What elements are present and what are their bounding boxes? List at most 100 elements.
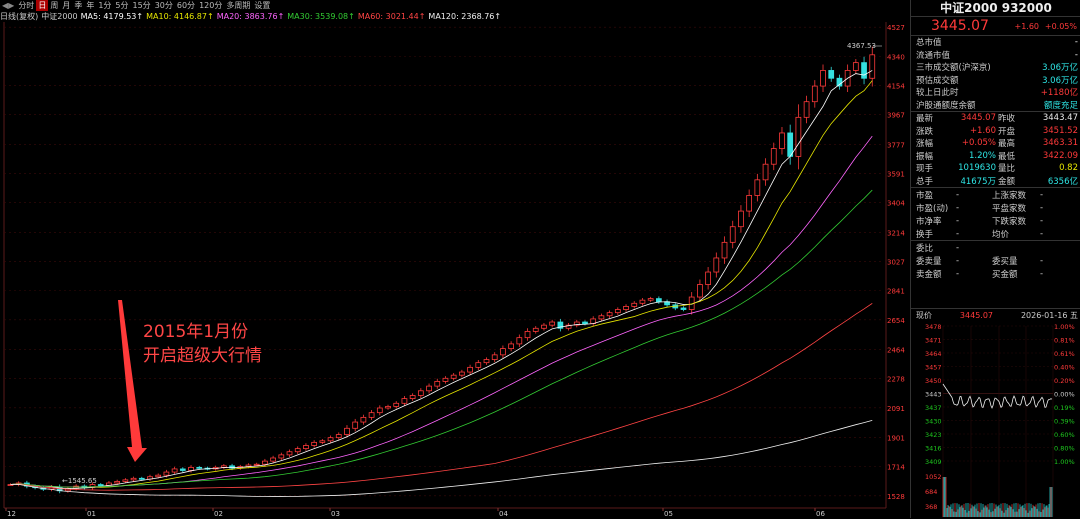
kline-chart[interactable]: 4527 4340 4154 3967 3777 3591 3404 3214 3027 2841… xyxy=(0,0,905,518)
valuation-value: - xyxy=(1040,228,1044,239)
y-tick-label: 4527 xyxy=(887,24,905,32)
candle-body xyxy=(360,416,367,423)
valuation-value: - xyxy=(956,215,960,226)
valuation-value: - xyxy=(956,202,960,213)
valuation-value: - xyxy=(1040,215,1044,226)
fund-row: 沪股通额度余额 额度充足 xyxy=(911,99,1080,112)
x-tick-label: 12 xyxy=(7,510,16,518)
period-tab[interactable]: 日 xyxy=(36,0,49,11)
mini-left-tick: 3478 xyxy=(925,323,942,331)
intraday-section[interactable]: 现价 3445.07 2026-01-16 五 3478 1.00% 3471 0.8… xyxy=(911,308,1080,519)
fund-label: 沪股通额度余额 xyxy=(916,100,976,111)
order-label: 买金额 xyxy=(992,269,1018,280)
y-tick-label: 4340 xyxy=(887,53,905,61)
candle-body xyxy=(393,402,400,407)
candle-body xyxy=(598,315,605,320)
period-tab[interactable]: 年 xyxy=(84,0,96,11)
candle-body xyxy=(286,451,293,456)
mini-right-tick: 0.39% xyxy=(1054,418,1075,426)
ma5-line xyxy=(10,70,873,490)
intraday-chart[interactable]: 3478 1.00% 3471 0.81% 3464 0.61% 3457 0.40% 3450… xyxy=(911,309,1080,519)
period-tab[interactable]: 分时 xyxy=(16,0,36,11)
y-tick-label: 1528 xyxy=(887,493,905,501)
x-tick-label: 05 xyxy=(664,510,673,518)
quote-value: 3451.52 xyxy=(1042,125,1078,136)
y-tick-label: 1714 xyxy=(887,464,905,472)
mini-right-tick: 0.60% xyxy=(1054,431,1075,439)
fund-label: 预估成交额 xyxy=(916,75,959,86)
period-tab[interactable]: 季 xyxy=(72,0,84,11)
y-tick-label: 2278 xyxy=(887,376,905,384)
candle-body xyxy=(401,398,408,404)
candle-body xyxy=(196,466,203,469)
high-label: 4367.53 xyxy=(847,42,876,50)
x-tick-label: 06 xyxy=(816,510,825,518)
candle-body xyxy=(787,132,794,157)
y-tick-label: 3214 xyxy=(887,229,905,237)
candle-body xyxy=(516,337,523,345)
panel-title: 中证2000 932000 xyxy=(911,0,1080,17)
quote-row: 涨幅 +0.05% 最高 3463.31 xyxy=(911,137,1080,150)
candle-body xyxy=(721,241,728,259)
period-tab[interactable]: 设置 xyxy=(252,0,272,11)
order-row: 卖金额 - 买金额 - xyxy=(911,267,1080,280)
candle-body xyxy=(655,298,662,303)
quote-value: 3445.07 xyxy=(960,113,996,124)
fund-row: 预估成交额 3.06万亿 xyxy=(911,74,1080,87)
y-tick-label: 2841 xyxy=(887,288,905,296)
candle-body xyxy=(500,348,506,356)
period-tab[interactable]: 月 xyxy=(60,0,72,11)
period-tab[interactable]: 多周期 xyxy=(224,0,252,11)
x-tick-label: 03 xyxy=(331,510,340,518)
mini-left-tick: 3471 xyxy=(925,337,942,345)
mini-vol-tick: 368 xyxy=(925,503,937,511)
quote-label: 最新 xyxy=(916,114,934,125)
valuation-row: 市盈(动) - 平盘家数 - xyxy=(911,201,1080,214)
fund-value: - xyxy=(1074,49,1078,60)
fund-value: +1180亿 xyxy=(1040,88,1078,99)
mini-left-tick: 3437 xyxy=(925,404,942,412)
period-tab[interactable]: 5分 xyxy=(113,0,130,11)
candle-body xyxy=(442,377,449,382)
period-tab[interactable]: 1分 xyxy=(96,0,113,11)
period-tab[interactable]: 15分 xyxy=(131,0,153,11)
candle-body xyxy=(327,437,334,442)
quote-label: 昨收 xyxy=(998,114,1016,125)
candle-body xyxy=(171,468,178,473)
valuation-row: 市净率 - 下跌家数 - xyxy=(911,214,1080,227)
ma30-label: MA30: 3539.08↑ xyxy=(287,12,355,21)
valuation-label: 市盈(动) xyxy=(916,203,949,214)
period-tab[interactable]: 30分 xyxy=(153,0,175,11)
ma60-label: MA60: 3021.44↑ xyxy=(357,12,426,21)
stock-terminal: 4527 4340 4154 3967 3777 3591 3404 3214 3027 2841… xyxy=(0,0,1080,518)
candle-body xyxy=(155,474,162,478)
fund-section: 总市值 - 流通市值 - 三市成交额(沪深京) 3.06万亿 预估成交额 3.06万亿 较上日此… xyxy=(911,36,1080,111)
valuation-label: 平盘家数 xyxy=(992,203,1027,214)
candle-body xyxy=(713,257,720,273)
candle-body xyxy=(483,359,490,364)
y-tick-label: 3027 xyxy=(887,259,905,267)
quote-value: +1.60 xyxy=(969,125,996,136)
candle-body xyxy=(130,477,137,481)
candle-body xyxy=(352,421,359,429)
quote-label: 开盘 xyxy=(998,126,1016,137)
quote-label: 最低 xyxy=(998,151,1016,162)
candle-body xyxy=(368,412,375,418)
annotation-line-1: 2015年1月份 xyxy=(143,322,249,342)
order-value: - xyxy=(956,268,960,279)
valuation-value: - xyxy=(1040,202,1044,213)
candle-body xyxy=(754,179,761,196)
mini-right-tick: 0.19% xyxy=(1054,404,1075,412)
mini-price-line xyxy=(942,383,1053,409)
nav-arrows-icon[interactable]: ◀▶ xyxy=(0,1,16,10)
period-tab[interactable]: 周 xyxy=(48,0,60,11)
x-tick-label: 02 xyxy=(214,510,223,518)
quote-label: 量比 xyxy=(998,164,1016,175)
period-tab[interactable]: 60分 xyxy=(175,0,197,11)
period-tab[interactable]: 120分 xyxy=(197,0,224,11)
valuation-label: 下跌家数 xyxy=(992,216,1027,227)
quote-label: 金额 xyxy=(998,176,1016,187)
candle-body xyxy=(335,434,342,439)
candle-body xyxy=(376,407,383,414)
fund-label: 总市值 xyxy=(916,38,942,49)
